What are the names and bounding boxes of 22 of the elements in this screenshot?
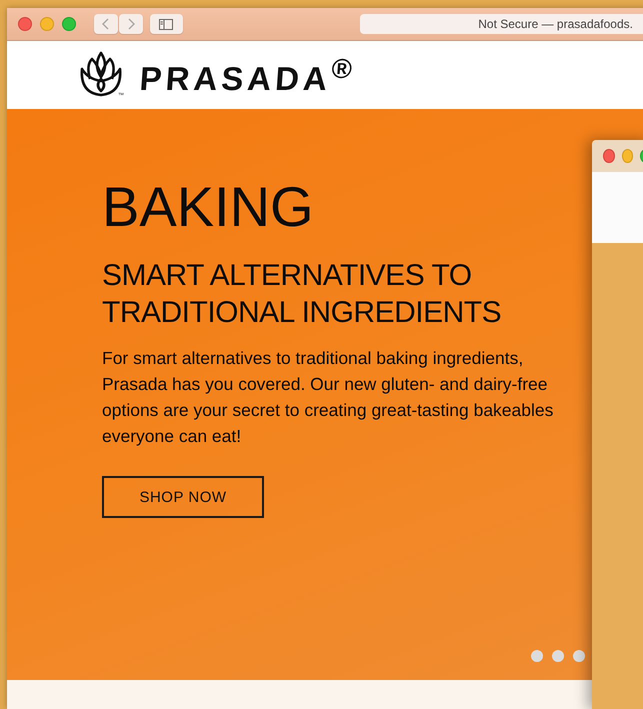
minimize-button[interactable] — [622, 149, 634, 163]
hero-subtitle: SMART ALTERNATIVES TO TRADITIONAL INGREDIENTS — [102, 258, 502, 331]
close-button[interactable] — [18, 17, 32, 31]
sidebar-button[interactable] — [150, 14, 183, 34]
chevron-left-icon — [102, 18, 110, 30]
forward-button[interactable] — [119, 14, 143, 34]
back-button[interactable] — [94, 14, 118, 34]
minimize-button[interactable] — [40, 17, 54, 31]
sidebar-icon — [159, 18, 174, 30]
hero-description: For smart alternatives to traditional baking ingredients, Prasada has you covered. Our new gluten- and dairy-free options are your secret to creating great-tasting bakeables everyone can eat! — [102, 347, 554, 448]
carousel-dot[interactable] — [552, 650, 564, 662]
zoom-button[interactable] — [62, 17, 76, 31]
lotus-icon — [78, 51, 124, 99]
address-bar[interactable]: Not Secure — prasadafoods. — [360, 14, 643, 34]
brand-logo[interactable]: PRASADA$^{®}$ — [138, 52, 358, 98]
shop-now-button[interactable]: SHOP NOW — [102, 476, 264, 518]
chevron-right-icon — [127, 18, 135, 30]
page-header — [592, 172, 643, 243]
close-button[interactable] — [603, 149, 615, 163]
hero-title: BAKING — [102, 174, 315, 240]
carousel-dot[interactable] — [531, 650, 543, 662]
carousel-dot[interactable] — [573, 650, 585, 662]
